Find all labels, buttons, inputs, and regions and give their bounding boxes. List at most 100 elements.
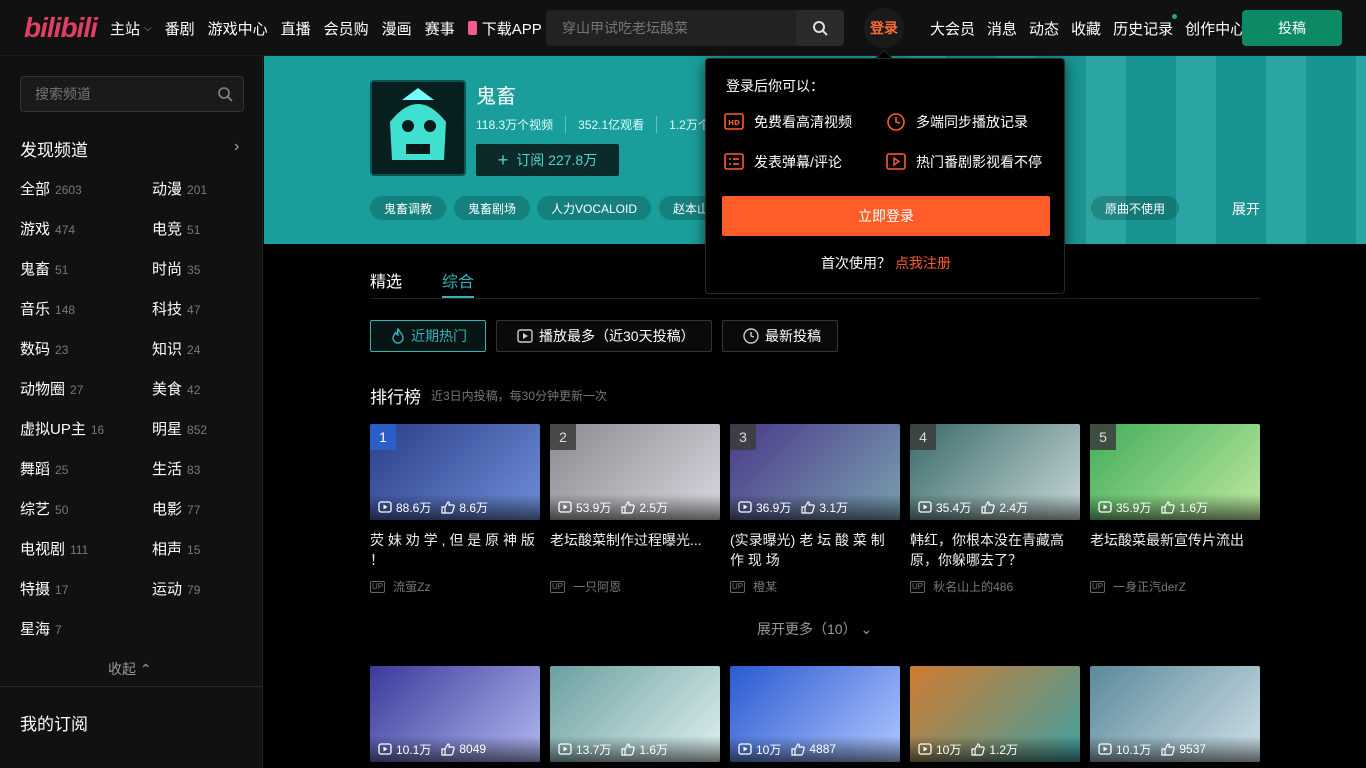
sidebar-category[interactable]: 特摄 17: [20, 578, 68, 599]
sidebar-category[interactable]: 鬼畜 51: [20, 258, 68, 279]
sidebar-category[interactable]: 时尚 35: [152, 258, 200, 279]
chevron-down-icon: ⌵: [144, 22, 152, 34]
channel-tag[interactable]: 鬼畜调教: [370, 196, 447, 220]
sidebar-category[interactable]: 动漫 201: [152, 178, 207, 199]
nav-favorites[interactable]: 收藏: [1071, 18, 1101, 39]
sidebar-category[interactable]: 科技 47: [152, 298, 200, 319]
sidebar-category[interactable]: 游戏 474: [20, 218, 75, 239]
my-subscriptions-title[interactable]: 我的订阅: [20, 710, 88, 735]
video-thumbnail[interactable]: 2 53.9万 2.5万: [550, 424, 720, 520]
nav-download-app[interactable]: 下载APP: [467, 18, 542, 39]
nav-home[interactable]: 主站 ⌵: [110, 18, 152, 39]
nav-live[interactable]: 直播: [281, 18, 311, 39]
like-count: 4887: [791, 742, 836, 756]
search-icon[interactable]: [217, 86, 233, 102]
play-count: 88.6万: [378, 499, 431, 516]
video-thumbnail[interactable]: 1 88.6万 8.6万: [370, 424, 540, 520]
category-count: 83: [187, 463, 201, 477]
sidebar-category[interactable]: 星海 7: [20, 618, 62, 639]
sidebar-category[interactable]: 舞蹈 25: [20, 458, 68, 479]
video-uploader[interactable]: UP 一只阿恩: [550, 578, 720, 595]
subscribe-button[interactable]: + 订阅 227.8万: [476, 144, 619, 176]
sidebar-category[interactable]: 相声 15: [152, 538, 200, 559]
upload-button[interactable]: 投稿: [1242, 10, 1342, 46]
nav-messages[interactable]: 消息: [987, 18, 1017, 39]
sidebar-category[interactable]: 运动 79: [152, 578, 200, 599]
sidebar-category[interactable]: 全部 2603: [20, 178, 82, 199]
video-thumbnail[interactable]: 10万 4887: [730, 666, 900, 762]
video-thumbnail[interactable]: 10万 1.2万: [910, 666, 1080, 762]
nav-history[interactable]: 历史记录: [1113, 13, 1178, 39]
register-link[interactable]: 点我注册: [895, 255, 951, 271]
video-card[interactable]: 13.7万 1.6万: [550, 666, 720, 762]
filter-most-played[interactable]: 播放最多（近30天投稿）: [496, 320, 712, 352]
video-thumbnail[interactable]: 13.7万 1.6万: [550, 666, 720, 762]
nav-vip[interactable]: 大会员: [930, 18, 975, 39]
search-input[interactable]: [546, 10, 796, 46]
video-title[interactable]: 荧 妹 劝 学 , 但 是 原 神 版 ！: [370, 530, 540, 570]
collapse-button[interactable]: 收起 ⌃: [108, 659, 152, 679]
play-count-value: 13.7万: [576, 742, 612, 757]
channel-tag[interactable]: 原曲不使用: [1091, 196, 1180, 220]
video-card[interactable]: 2 53.9万 2.5万老坛酸菜制作过程曝光... UP 一只阿恩: [550, 424, 720, 595]
like-count-value: 4887: [809, 742, 837, 756]
tab-overview[interactable]: 综合: [442, 268, 474, 292]
video-title[interactable]: 老坛酸菜制作过程曝光...: [550, 530, 720, 570]
video-card[interactable]: 10.1万 8049: [370, 666, 540, 762]
sidebar-category[interactable]: 生活 83: [152, 458, 200, 479]
sidebar-category[interactable]: 电影 77: [152, 498, 200, 519]
video-thumbnail[interactable]: 10.1万 9537: [1090, 666, 1260, 762]
video-card[interactable]: 5 35.9万 1.6万老坛酸菜最新宣传片流出 UP 一身正汽derZ: [1090, 424, 1260, 595]
show-more-button[interactable]: 展开更多（10） ⌄: [757, 619, 872, 639]
sidebar-category[interactable]: 虚拟UP主 16: [20, 418, 104, 439]
video-uploader[interactable]: UP 橙某: [730, 578, 900, 595]
search-button[interactable]: [796, 10, 844, 46]
nav-shop[interactable]: 会员购: [324, 18, 369, 39]
sidebar-category[interactable]: 美食 42: [152, 378, 200, 399]
video-uploader[interactable]: UP 秋名山上的486: [910, 578, 1080, 595]
video-card[interactable]: 1 88.6万 8.6万荧 妹 劝 学 , 但 是 原 神 版 ！ UP 流萤Zz: [370, 424, 540, 595]
discover-channels-title[interactable]: 发现频道: [20, 136, 88, 161]
expand-tags-button[interactable]: 展开: [1232, 199, 1260, 219]
nav-dynamics[interactable]: 动态: [1029, 18, 1059, 39]
tab-featured[interactable]: 精选: [370, 268, 402, 292]
nav-manga[interactable]: 漫画: [382, 18, 412, 39]
video-card[interactable]: 10万 4887: [730, 666, 900, 762]
video-thumbnail[interactable]: 5 35.9万 1.6万: [1090, 424, 1260, 520]
video-card[interactable]: 3 36.9万 3.1万 (实录曝光) 老 坛 酸 菜 制 作 现 场 UP 橙某: [730, 424, 900, 595]
filter-recent-hot[interactable]: 近期热门: [370, 320, 486, 352]
sidebar-category[interactable]: 动物圈 27: [20, 378, 83, 399]
video-title[interactable]: (实录曝光) 老 坛 酸 菜 制 作 现 场: [730, 530, 900, 570]
channel-tag[interactable]: 人力VOCALOID: [537, 196, 652, 220]
video-thumbnail[interactable]: 4 35.4万 2.4万: [910, 424, 1080, 520]
video-uploader[interactable]: UP 流萤Zz: [370, 578, 540, 595]
login-now-button[interactable]: 立即登录: [722, 196, 1050, 236]
sidebar-category[interactable]: 综艺 50: [20, 498, 68, 519]
filter-latest[interactable]: 最新投稿: [722, 320, 838, 352]
video-stats: 10万 4887: [730, 736, 900, 762]
nav-creator-center[interactable]: 创作中心: [1185, 18, 1245, 39]
sidebar-category[interactable]: 数码 23: [20, 338, 68, 359]
channel-search-input[interactable]: [21, 77, 211, 111]
video-title[interactable]: 老坛酸菜最新宣传片流出: [1090, 530, 1260, 570]
nav-game-center[interactable]: 游戏中心: [208, 18, 268, 39]
channel-tag[interactable]: 鬼畜剧场: [454, 196, 531, 220]
sidebar-category[interactable]: 明星 852: [152, 418, 207, 439]
sidebar-category[interactable]: 音乐 148: [20, 298, 75, 319]
nav-esports[interactable]: 赛事: [425, 18, 455, 39]
video-card[interactable]: 4 35.4万 2.4万韩红，你根本没在青藏高原，你躲哪去了？ UP 秋名山上的486: [910, 424, 1080, 595]
chevron-right-icon[interactable]: ›: [234, 138, 239, 156]
sidebar-category[interactable]: 电视剧 111: [20, 538, 88, 559]
video-uploader[interactable]: UP 一身正汽derZ: [1090, 578, 1260, 595]
nav-anime[interactable]: 番剧: [165, 18, 195, 39]
video-card[interactable]: 10.1万 9537: [1090, 666, 1260, 762]
channel-stats: 118.3万个视频 352.1亿观看 1.2万个: [476, 116, 734, 133]
video-thumbnail[interactable]: 3 36.9万 3.1万: [730, 424, 900, 520]
sidebar-category[interactable]: 电竞 51: [152, 218, 200, 239]
bilibili-logo[interactable]: bilibili: [24, 12, 98, 44]
login-avatar-button[interactable]: 登录: [864, 8, 904, 48]
video-card[interactable]: 10万 1.2万: [910, 666, 1080, 762]
sidebar-category[interactable]: 知识 24: [152, 338, 200, 359]
video-thumbnail[interactable]: 10.1万 8049: [370, 666, 540, 762]
video-title[interactable]: 韩红，你根本没在青藏高原，你躲哪去了？: [910, 530, 1080, 570]
